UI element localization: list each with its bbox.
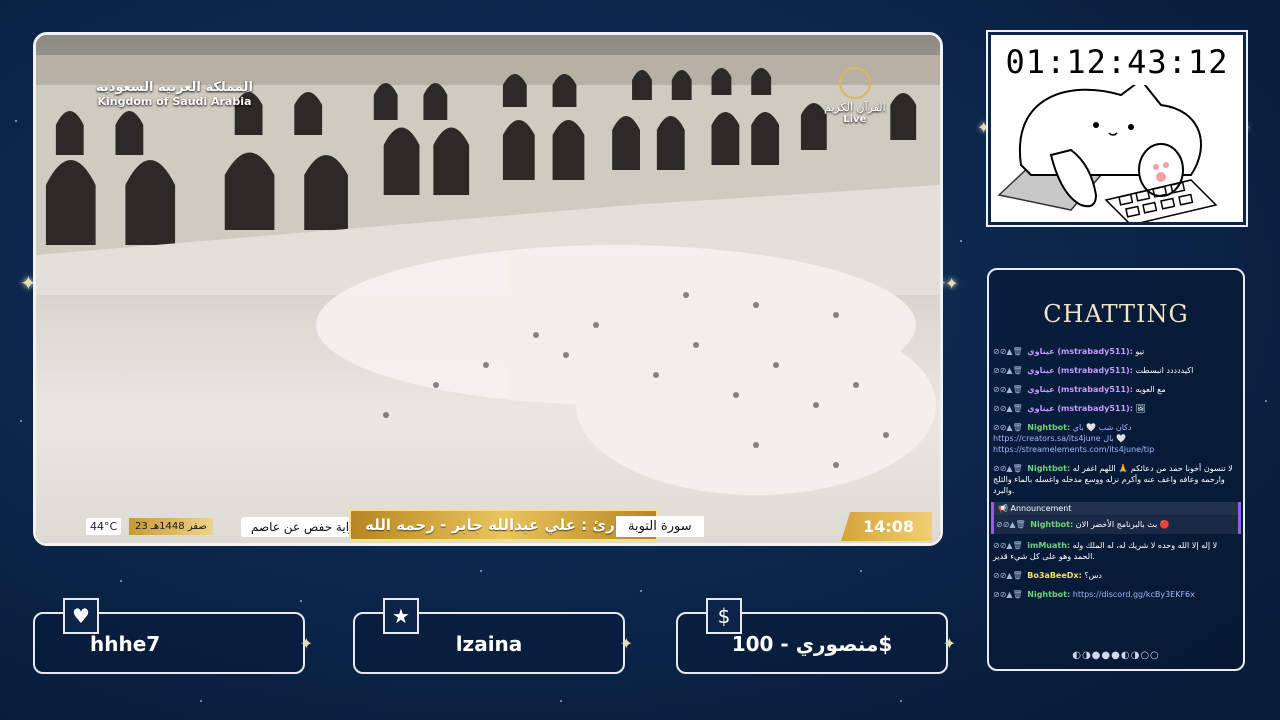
hijri-date: 23 صفر 1448هـ bbox=[129, 518, 213, 535]
star-icon: ★ bbox=[383, 598, 419, 634]
chat-text: دس؟ bbox=[1084, 571, 1102, 580]
mod-badges-icon: ⊘⊘▲🗑 bbox=[993, 464, 1023, 473]
chat-message: ⊘⊘▲🗑 Nightbot: دكان شب 🤍 باي https://cre… bbox=[991, 418, 1241, 459]
chat-text: 🖼 bbox=[1135, 404, 1146, 413]
ksa-logo: المملكة العربية السعودية Kingdom of Saud… bbox=[96, 80, 253, 108]
chat-username[interactable]: Bo3aBeeDx: bbox=[1027, 571, 1082, 580]
video-clock: 14:08 bbox=[841, 512, 932, 541]
qari-label: القارئ : علي عبدالله جابر - رحمه الله bbox=[349, 509, 658, 541]
chat-message-list[interactable]: ⊘⊘▲🗑 عيناوي (mstrabady511): تيو ⊘⊘▲🗑 عين… bbox=[991, 342, 1241, 642]
stream-timer: 01:12:43:12 bbox=[1005, 43, 1229, 81]
chat-message: ⊘⊘▲🗑 Bo3aBeeDx: دس؟ bbox=[991, 566, 1241, 585]
mod-badges-icon: ⊘⊘▲🗑 bbox=[993, 404, 1023, 413]
palm-emblem-icon bbox=[838, 67, 871, 99]
timer-widget: 01:12:43:12 bbox=[986, 30, 1248, 227]
chat-username[interactable]: Nightbot: bbox=[1027, 590, 1070, 599]
chat-username[interactable]: imMuath: bbox=[1027, 541, 1070, 550]
mod-badges-icon: ⊘⊘▲🗑 bbox=[993, 590, 1023, 599]
mod-badges-icon: ⊘⊘▲🗑 bbox=[993, 541, 1023, 550]
ksa-arabic-label: المملكة العربية السعودية bbox=[96, 80, 253, 95]
follower-name: hhhe7 bbox=[90, 632, 161, 656]
channel-arabic-label: القرآن الكريم bbox=[824, 101, 886, 114]
dollar-icon: $ bbox=[706, 598, 742, 634]
heart-icon: ♥ bbox=[63, 598, 99, 634]
mod-badges-icon: ⊘⊘▲🗑 bbox=[993, 347, 1023, 356]
sparkle-icon: ✦ bbox=[619, 634, 633, 653]
quran-channel-logo: القرآن الكريم Live bbox=[824, 67, 886, 125]
subscriber-name: lzaina bbox=[455, 632, 523, 656]
announcement: 📢 Announcement ⊘⊘▲🗑 Nightbot: بث بالبرنا… bbox=[991, 502, 1241, 534]
megaphone-icon: 📢 bbox=[998, 504, 1011, 513]
crowd-illustration bbox=[316, 245, 936, 495]
sparkle-icon: ✦ bbox=[945, 274, 959, 293]
chat-message: ⊘⊘▲🗑 Nightbot: لا تنسون أخونا حمد من دعا… bbox=[991, 459, 1241, 500]
chat-username[interactable]: عيناوي (mstrabady511): bbox=[1027, 404, 1133, 413]
surah-label: سورة التوبة bbox=[616, 516, 704, 537]
live-video: المملكة العربية السعودية Kingdom of Saud… bbox=[36, 35, 940, 543]
mod-badges-icon: ⊘⊘▲🗑 bbox=[996, 520, 1026, 529]
donation-text: منصوري - 100$ bbox=[731, 632, 893, 656]
chat-message: ⊘⊘▲🗑 imMuath: لا إله إلا الله وحده لا شر… bbox=[991, 536, 1241, 566]
chat-username[interactable]: Nightbot: bbox=[1027, 423, 1070, 432]
follower-alert: ♥ hhhe7 ✦ bbox=[33, 598, 313, 674]
chat-message: ⊘⊘▲🗑 عيناوي (mstrabady511): 🖼 bbox=[991, 399, 1241, 418]
mod-badges-icon: ⊘⊘▲🗑 bbox=[993, 385, 1023, 394]
chat-message: ⊘⊘▲🗑 عيناوي (mstrabady511): اكيددددد انب… bbox=[991, 361, 1241, 380]
chat-text[interactable]: https://discord.gg/kcBy3EKF6x bbox=[1073, 590, 1195, 599]
chat-text: مع العويه bbox=[1135, 385, 1166, 394]
mod-badges-icon: ⊘⊘▲🗑 bbox=[993, 423, 1023, 432]
chat-message: ⊘⊘▲🗑 Nightbot: بث بالبرنامج الأخضر الان … bbox=[994, 515, 1238, 534]
announcement-label: Announcement bbox=[1010, 504, 1072, 513]
chat-message: ⊘⊘▲🗑 عيناوي (mstrabady511): مع العويه bbox=[991, 380, 1241, 399]
chat-username[interactable]: Nightbot: bbox=[1030, 520, 1073, 529]
subscriber-alert: ★ lzaina ✦ bbox=[353, 598, 633, 674]
chat-title: CHATTING bbox=[1043, 300, 1189, 328]
sparkle-icon: ✦ bbox=[299, 634, 313, 653]
chat-text: اكيددددد انبسطت bbox=[1135, 366, 1194, 375]
chat-panel: CHATTING ⊘⊘▲🗑 عيناوي (mstrabady511): تيو… bbox=[987, 268, 1245, 671]
temperature-badge: 44°C bbox=[86, 518, 122, 535]
chat-message: ⊘⊘▲🗑 عيناوي (mstrabady511): تيو bbox=[991, 342, 1241, 361]
mod-badges-icon: ⊘⊘▲🗑 bbox=[993, 571, 1023, 580]
chat-message: ⊘⊘▲🗑 Nightbot: https://discord.gg/kcBy3E… bbox=[991, 585, 1241, 604]
chat-username[interactable]: عيناوي (mstrabady511): bbox=[1027, 366, 1133, 375]
lower-third-banner: 44°C 23 صفر 1448هـ رواية حفص عن عاصم الق… bbox=[36, 503, 940, 543]
ksa-english-label: Kingdom of Saudi Arabia bbox=[97, 95, 252, 108]
chat-username[interactable]: Nightbot: bbox=[1027, 464, 1070, 473]
chat-text: تيو bbox=[1135, 347, 1145, 356]
chat-username[interactable]: عيناوي (mstrabady511): bbox=[1027, 385, 1133, 394]
bongo-cat-icon bbox=[997, 85, 1218, 222]
announcement-header: 📢 Announcement bbox=[994, 502, 1238, 515]
sparkle-icon: ✦ bbox=[942, 634, 956, 653]
chat-text: بث بالبرنامج الأخضر الان 🔴 bbox=[1075, 520, 1170, 529]
live-video-frame: المملكة العربية السعودية Kingdom of Saud… bbox=[33, 32, 943, 546]
chat-pager: ◐◑●●●◐◑○○ bbox=[1072, 650, 1160, 661]
mod-badges-icon: ⊘⊘▲🗑 bbox=[993, 366, 1023, 375]
donation-alert: $ منصوري - 100$ ✦ bbox=[676, 598, 956, 674]
live-label: Live bbox=[843, 114, 867, 125]
chat-username[interactable]: عيناوي (mstrabady511): bbox=[1027, 347, 1133, 356]
